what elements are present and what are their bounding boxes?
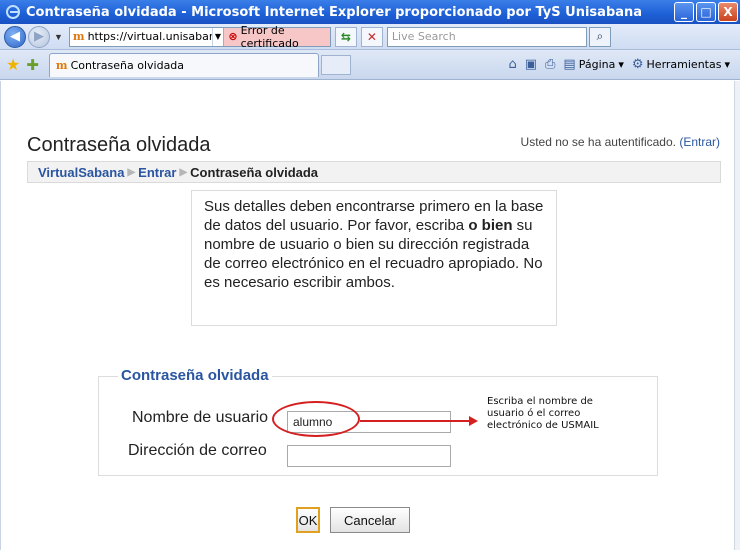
address-url[interactable]: https://virtual.unisabana.edu [88, 30, 212, 43]
close-button[interactable]: X [718, 2, 738, 22]
maximize-button[interactable]: □ [696, 2, 716, 22]
stop-button[interactable]: ✕ [360, 26, 383, 47]
tools-menu-label: Herramientas [646, 58, 722, 71]
forward-arrow-icon: ▶ [34, 29, 44, 44]
tab-contrasena-olvidada[interactable]: m Contraseña olvidada [48, 52, 319, 77]
page-menu[interactable]: ▤ Página ▾ [563, 57, 623, 72]
certificate-error-button[interactable]: ⊗ Error de certificado [223, 24, 330, 50]
favorites-star-icon[interactable]: ★ [6, 55, 20, 75]
vertical-scrollbar[interactable] [734, 81, 740, 550]
tab-favicon-icon: m [55, 58, 68, 72]
chevron-down-icon: ▾ [618, 58, 624, 71]
tab-label: Contraseña olvidada [70, 58, 185, 72]
ie-logo-icon [6, 5, 20, 19]
page-icon: ▤ [563, 57, 576, 72]
login-status: Usted no se ha autentificado. [520, 135, 676, 149]
email-label: Dirección de correo [128, 442, 267, 459]
feeds-icon[interactable]: ▣ [525, 57, 537, 72]
tab-toolbar: ★ ✚ m Contraseña olvidada ⌂ ▣ ⎙ ▤ Página… [0, 50, 740, 80]
add-favorites-icon[interactable]: ✚ [26, 56, 39, 74]
login-info: Usted no se ha autentificado. (Entrar) [521, 135, 720, 149]
instructions-bold: o bien [468, 217, 513, 234]
certificate-error-label: Error de certificado [240, 23, 299, 50]
window-controls: _ □ X [674, 2, 738, 22]
username-label: Nombre de usuario [132, 409, 269, 426]
chevron-down-icon: ▾ [724, 58, 730, 71]
email-input[interactable] [287, 445, 451, 467]
breadcrumb-separator-icon: ▶ [127, 166, 136, 178]
breadcrumb-separator-icon: ▶ [179, 166, 188, 178]
tools-menu[interactable]: ⚙ Herramientas ▾ [632, 57, 730, 72]
annotation-callout: Escriba el nombre de usuario ó el correo… [479, 394, 629, 454]
refresh-button[interactable]: ⇆ [334, 26, 357, 47]
page-content: Contraseña olvidada Usted no se ha auten… [0, 81, 740, 550]
home-icon[interactable]: ⌂ [508, 57, 516, 72]
stop-icon: ✕ [366, 29, 377, 44]
address-dropdown[interactable]: ▼ [211, 27, 224, 46]
address-toolbar: ◀ ▶ ▼ m https://virtual.unisabana.edu ▼ … [0, 24, 740, 50]
site-favicon-icon: m [72, 30, 85, 43]
ok-button[interactable]: OK [296, 507, 320, 533]
page-title: Contraseña olvidada [27, 134, 211, 156]
cancel-button[interactable]: Cancelar [330, 507, 410, 533]
search-button[interactable]: ⌕ [588, 26, 611, 47]
search-icon: ⌕ [596, 29, 604, 43]
address-bar[interactable]: m https://virtual.unisabana.edu ▼ ⊗ Erro… [68, 24, 331, 50]
breadcrumb: VirtualSabana ▶ Entrar ▶ Contraseña olvi… [27, 161, 721, 183]
refresh-icon: ⇆ [340, 29, 351, 44]
breadcrumb-current: Contraseña olvidada [190, 164, 319, 180]
fieldset-legend: Contraseña olvidada [118, 367, 272, 384]
back-arrow-icon: ◀ [10, 29, 20, 44]
callout-arrow-head-icon [469, 416, 478, 426]
forward-button[interactable]: ▶ [28, 25, 50, 48]
callout-arrow-line [360, 420, 470, 422]
new-tab-button[interactable] [320, 54, 351, 75]
shield-error-icon: ⊗ [228, 30, 238, 43]
gear-icon: ⚙ [631, 57, 644, 72]
page-menu-label: Página [578, 58, 616, 71]
window-titlebar: Contraseña olvidada - Microsoft Internet… [0, 0, 740, 24]
minimize-button[interactable]: _ [674, 2, 694, 22]
breadcrumb-item-virtualsabana[interactable]: VirtualSabana [38, 165, 124, 180]
login-link[interactable]: (Entrar) [679, 135, 720, 149]
breadcrumb-item-entrar[interactable]: Entrar [138, 165, 176, 180]
window-title: Contraseña olvidada - Microsoft Internet… [26, 4, 643, 20]
command-bar: ⌂ ▣ ⎙ ▤ Página ▾ ⚙ Herramientas ▾ [508, 57, 740, 72]
recent-pages-dropdown[interactable]: ▼ [54, 32, 63, 42]
back-button[interactable]: ◀ [4, 25, 26, 48]
search-input[interactable]: Live Search [386, 26, 587, 47]
instructions-box: Sus detalles deben encontrarse primero e… [191, 190, 557, 326]
highlight-ellipse [272, 401, 360, 437]
print-icon[interactable]: ⎙ [545, 57, 555, 72]
